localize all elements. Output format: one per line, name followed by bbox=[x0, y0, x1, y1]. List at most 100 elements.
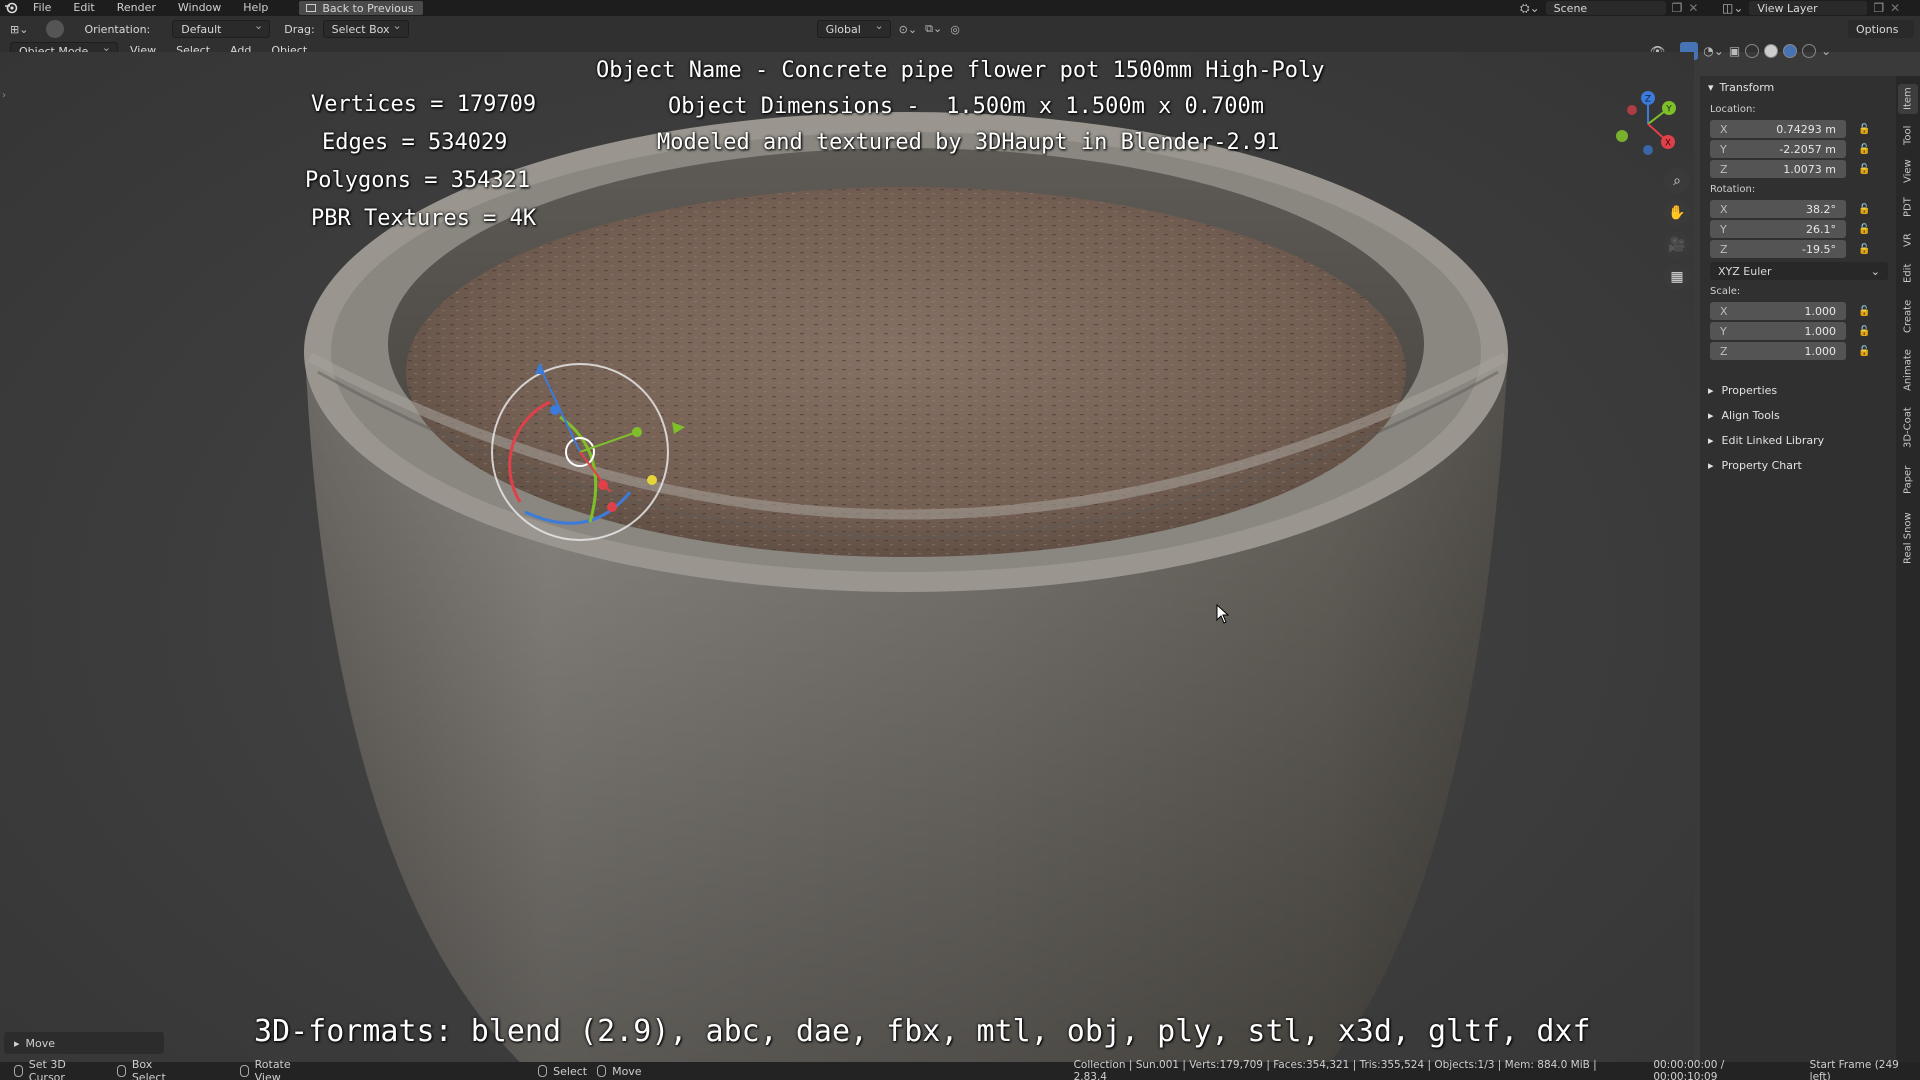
remove-view-layer-icon[interactable]: ✕ bbox=[1890, 1, 1900, 15]
nav-gizmo-z-label: Z bbox=[1645, 95, 1651, 105]
toolbar-expand-icon[interactable]: › bbox=[2, 90, 6, 101]
perspective-toggle-icon[interactable]: ▦ bbox=[1664, 264, 1690, 290]
scale-z-field[interactable]: Z 1.000 bbox=[1710, 342, 1846, 360]
overlays-icon[interactable]: ◔⌄ bbox=[1703, 44, 1724, 58]
snap-icon[interactable]: ⧉⌄ bbox=[925, 22, 942, 36]
pbr-textures-text: PBR Textures = 4K bbox=[311, 206, 537, 231]
transform-gizmo[interactable] bbox=[480, 362, 700, 562]
scale-y-field[interactable]: Y 1.000 bbox=[1710, 322, 1846, 340]
view-layer-icon[interactable]: ◫⌄ bbox=[1722, 1, 1743, 15]
chevron-down-icon: ⌄ bbox=[1870, 264, 1880, 278]
xray-icon[interactable]: ▣ bbox=[1729, 44, 1740, 58]
pan-hand-icon[interactable]: ✋ bbox=[1664, 200, 1690, 226]
tab-paper[interactable]: Paper bbox=[1898, 460, 1918, 500]
property-chart-panel-header[interactable]: ▸ Property Chart bbox=[1700, 453, 1896, 478]
drag-mouse-icon bbox=[117, 1065, 126, 1077]
back-to-previous-button[interactable]: Back to Previous bbox=[299, 1, 423, 15]
blender-logo-icon[interactable] bbox=[0, 0, 22, 16]
pivot-icon[interactable]: ⊙⌄ bbox=[899, 23, 917, 36]
transform-panel-header[interactable]: ▾ Transform bbox=[1700, 76, 1896, 98]
collapsed-arrow-icon: ▸ bbox=[1708, 384, 1714, 397]
lock-icon[interactable]: 🔓 bbox=[1858, 144, 1870, 155]
last-operator-label: Move bbox=[25, 1036, 56, 1050]
orientation-dropdown[interactable]: Default bbox=[172, 19, 271, 38]
tab-tool[interactable]: Tool bbox=[1898, 120, 1918, 150]
scale-x-field[interactable]: X 1.000 bbox=[1710, 302, 1846, 320]
properties-panel-header[interactable]: ▸ Properties bbox=[1700, 378, 1896, 403]
lock-icon[interactable]: 🔓 bbox=[1858, 164, 1870, 175]
scene-name: Scene bbox=[1553, 1, 1588, 15]
polygons-count: Polygons = 354321 bbox=[305, 168, 531, 193]
navigation-gizmo[interactable]: Z Y X bbox=[1612, 88, 1684, 160]
collapsed-arrow-icon: ▸ bbox=[1708, 459, 1714, 472]
duplicate-view-layer-icon[interactable]: ❐ bbox=[1873, 1, 1884, 15]
transform-orientation-dropdown[interactable]: Global bbox=[816, 19, 891, 38]
location-y-field[interactable]: Y -2.2057 m bbox=[1710, 140, 1846, 158]
view-layer-name: View Layer bbox=[1757, 1, 1818, 15]
lock-icon[interactable]: 🔓 bbox=[1858, 124, 1870, 135]
3d-viewport[interactable]: Z Y X ⌕ ✋ 🎥 ▦ Object Name - Concrete pip… bbox=[0, 52, 1694, 1062]
shading-options-icon[interactable]: ⌄ bbox=[1821, 44, 1831, 58]
proportional-edit-icon[interactable]: ◎ bbox=[950, 23, 960, 36]
menu-help[interactable]: Help bbox=[232, 0, 279, 16]
rotation-z-row: Z -19.5° 🔓 bbox=[1710, 240, 1896, 258]
menu-edit[interactable]: Edit bbox=[62, 0, 105, 16]
tab-pdt[interactable]: PDT bbox=[1898, 192, 1918, 222]
hint-box-select: Box Select bbox=[117, 1058, 188, 1080]
location-y-value: -2.2057 m bbox=[1779, 142, 1836, 156]
back-to-previous-label: Back to Previous bbox=[322, 1, 414, 15]
location-y-row: Y -2.2057 m 🔓 bbox=[1710, 140, 1896, 158]
rotation-z-field[interactable]: Z -19.5° bbox=[1710, 240, 1846, 258]
wireframe-shading-icon[interactable] bbox=[1745, 44, 1760, 58]
align-tools-title: Align Tools bbox=[1721, 409, 1780, 422]
lock-icon[interactable]: 🔓 bbox=[1858, 346, 1870, 357]
tab-real-snow[interactable]: Real Snow bbox=[1898, 506, 1918, 570]
tab-create[interactable]: Create bbox=[1898, 294, 1918, 338]
rendered-shading-icon[interactable] bbox=[1802, 44, 1817, 58]
scene-icon[interactable]: ⛭⌄ bbox=[1520, 1, 1540, 16]
menu-window[interactable]: Window bbox=[167, 0, 232, 16]
zoom-icon[interactable]: ⌕ bbox=[1664, 168, 1690, 194]
tool-settings-icon[interactable] bbox=[46, 20, 65, 38]
rotation-x-field[interactable]: X 38.2° bbox=[1710, 200, 1846, 218]
scale-label: Scale: bbox=[1710, 286, 1741, 297]
transform-orientation-value: Global bbox=[825, 22, 861, 36]
solid-shading-icon[interactable] bbox=[1764, 44, 1779, 58]
tab-3d-coat[interactable]: 3D-Coat bbox=[1898, 402, 1918, 454]
rotation-mode-dropdown[interactable]: XYZ Euler ⌄ bbox=[1710, 262, 1888, 280]
scene-field[interactable]: Scene bbox=[1545, 1, 1666, 15]
edit-linked-library-panel-header[interactable]: ▸ Edit Linked Library bbox=[1700, 428, 1896, 453]
align-tools-panel-header[interactable]: ▸ Align Tools bbox=[1700, 403, 1896, 428]
lock-icon[interactable]: 🔓 bbox=[1858, 204, 1870, 215]
rotation-y-field[interactable]: Y 26.1° bbox=[1710, 220, 1846, 238]
drag-label: Drag: bbox=[284, 22, 315, 36]
editor-type-icon[interactable]: ⊞⌄ bbox=[10, 23, 28, 36]
view-layer-selector: ◫⌄ View Layer ❐ ✕ bbox=[1722, 0, 1900, 16]
lock-icon[interactable]: 🔓 bbox=[1858, 244, 1870, 255]
location-x-field[interactable]: X 0.74293 m bbox=[1710, 120, 1846, 138]
scale-y-row: Y 1.000 🔓 bbox=[1710, 322, 1896, 340]
menu-file[interactable]: File bbox=[22, 0, 62, 16]
axis-x-label: X bbox=[1720, 202, 1728, 216]
lock-icon[interactable]: 🔓 bbox=[1858, 224, 1870, 235]
tab-animate[interactable]: Animate bbox=[1898, 344, 1918, 396]
camera-view-icon[interactable]: 🎥 bbox=[1664, 232, 1690, 258]
material-shading-icon[interactable] bbox=[1783, 44, 1798, 58]
tab-view[interactable]: View bbox=[1898, 156, 1918, 186]
properties-title: Properties bbox=[1721, 384, 1778, 397]
last-operator-panel[interactable]: ▸ Move bbox=[4, 1032, 164, 1054]
view-layer-field[interactable]: View Layer bbox=[1749, 1, 1868, 15]
tab-vr[interactable]: VR bbox=[1898, 228, 1918, 252]
options-dropdown[interactable]: Options bbox=[1848, 20, 1915, 38]
menu-render[interactable]: Render bbox=[106, 0, 167, 16]
tab-edit[interactable]: Edit bbox=[1898, 258, 1918, 288]
duplicate-scene-icon[interactable]: ❐ bbox=[1672, 1, 1683, 15]
remove-scene-icon[interactable]: ✕ bbox=[1688, 1, 1698, 15]
axis-z-label: Z bbox=[1720, 162, 1728, 176]
tab-item[interactable]: Item bbox=[1898, 84, 1918, 114]
location-z-field[interactable]: Z 1.0073 m bbox=[1710, 160, 1846, 178]
expanded-arrow-icon: ▾ bbox=[1708, 80, 1714, 94]
lock-icon[interactable]: 🔓 bbox=[1858, 306, 1870, 317]
drag-dropdown[interactable]: Select Box bbox=[322, 19, 409, 38]
lock-icon[interactable]: 🔓 bbox=[1858, 326, 1870, 337]
